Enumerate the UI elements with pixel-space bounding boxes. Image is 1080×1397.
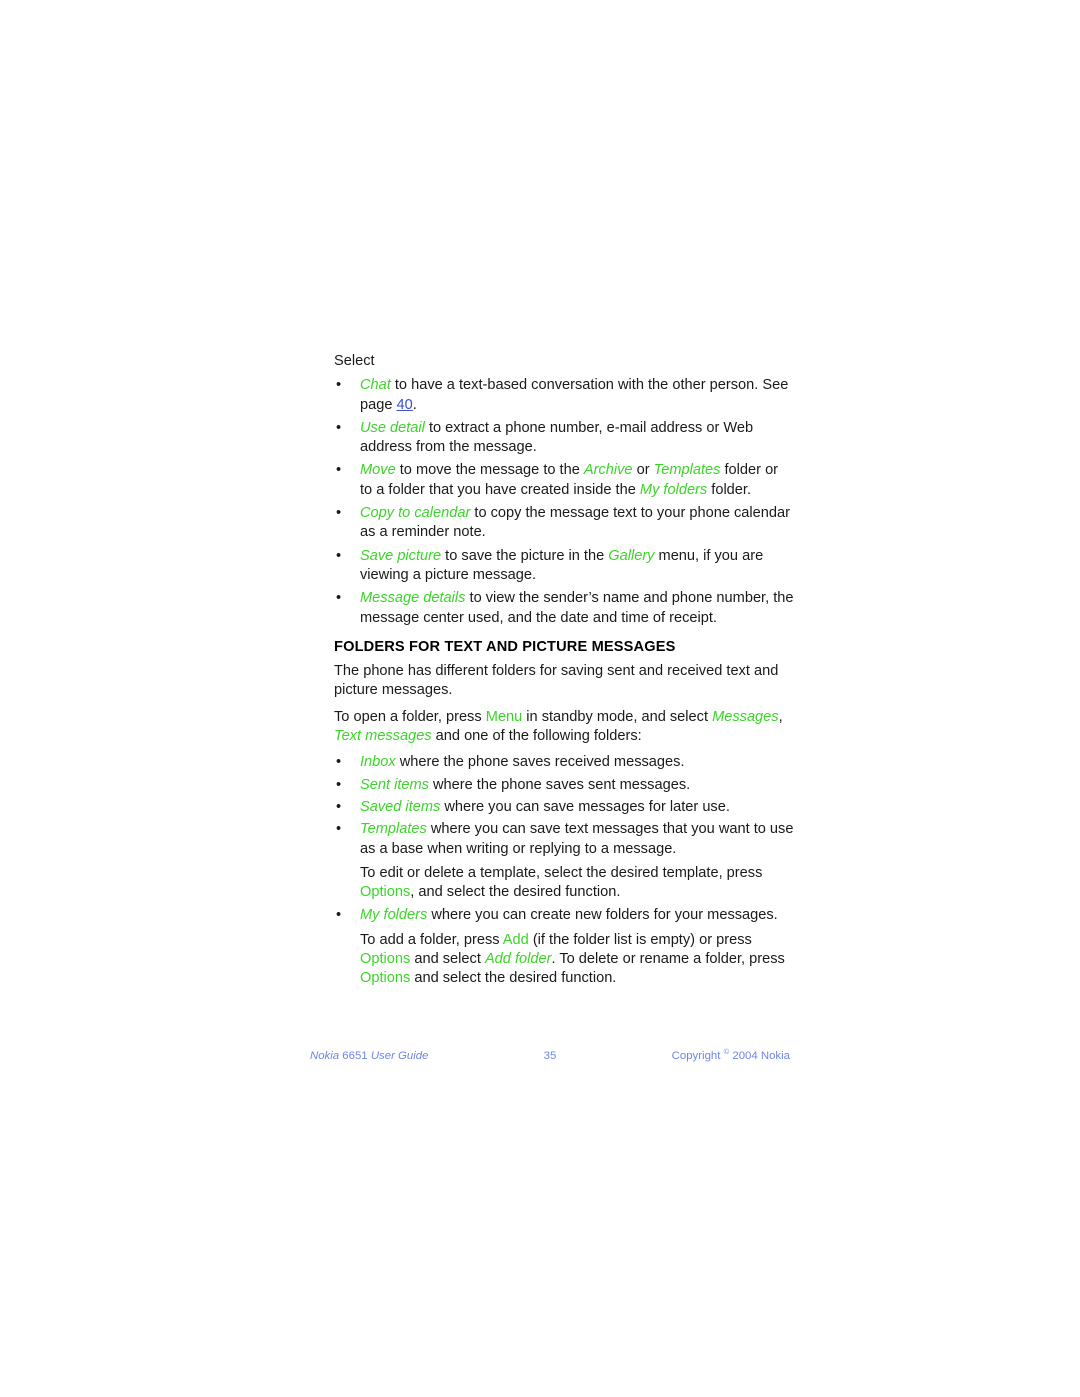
bullet-glyph: • xyxy=(336,462,342,479)
list-item-text: to save the picture in the xyxy=(441,547,609,564)
list-item-text: to move the message to the xyxy=(395,462,584,479)
ui-term-sent-items: Sent items xyxy=(360,776,429,793)
paragraph-text: To open a folder, press xyxy=(334,708,486,725)
open-folder-paragraph: To open a folder, press Menu in standby … xyxy=(334,708,794,747)
intro-paragraph: The phone has different folders for savi… xyxy=(334,663,779,699)
ui-term-copy-to-calendar: Copy to calendar xyxy=(360,505,471,522)
ui-term-my-folders: My folders xyxy=(639,481,708,498)
list-item: • Copy to calendar to copy the message t… xyxy=(334,504,794,543)
list-item-text: where the phone saves received messages. xyxy=(395,754,685,771)
section-heading: FOLDERS FOR TEXT AND PICTURE MESSAGES xyxy=(334,638,676,655)
bullet-glyph: • xyxy=(336,377,342,394)
list-item-text: folder. xyxy=(707,481,752,498)
page-footer: Nokia 6651 User Guide 35 Copyright © 200… xyxy=(310,1047,790,1070)
ui-term-chat: Chat xyxy=(360,377,391,394)
paragraph-text: , and select the desired function. xyxy=(410,884,621,901)
list-item: • My folders where you can create new fo… xyxy=(334,906,794,925)
ui-term-messages: Messages xyxy=(712,708,779,725)
ui-term-templates-folder: Templates xyxy=(360,821,427,838)
list-item: • Saved items where you can save message… xyxy=(334,798,794,817)
ui-term-save-picture: Save picture xyxy=(360,547,442,564)
ui-term-gallery: Gallery xyxy=(608,547,655,564)
ui-term-move: Move xyxy=(360,462,396,479)
bullet-glyph: • xyxy=(336,754,342,771)
ui-term-inbox: Inbox xyxy=(360,754,396,771)
ui-term-templates: Templates xyxy=(653,462,721,479)
document-page: Select • Chat to have a text-based conve… xyxy=(0,0,1080,1397)
list-item-text: where the phone saves sent messages. xyxy=(428,776,691,793)
softkey-options: Options xyxy=(360,884,411,901)
list-item-text: where you can create new folders for you… xyxy=(427,907,778,924)
bullet-glyph: • xyxy=(336,776,342,793)
page-cross-reference-link[interactable]: 40 xyxy=(397,397,413,413)
template-edit-note: To edit or delete a template, select the… xyxy=(334,864,794,903)
ui-term-my-folders-item: My folders xyxy=(360,907,428,924)
softkey-add: Add xyxy=(502,931,529,948)
list-item: • Move to move the message to the Archiv… xyxy=(334,461,794,500)
ui-term-use-detail: Use detail xyxy=(360,419,425,436)
footer-copyright: Copyright © 2004 Nokia xyxy=(671,1047,790,1062)
list-item: • Inbox where the phone saves received m… xyxy=(334,753,794,772)
list-item: • Use detail to extract a phone number, … xyxy=(334,419,794,458)
copyright-symbol: © xyxy=(723,1047,730,1057)
list-item: • Templates where you can save text mess… xyxy=(334,820,794,859)
list-item: • Save picture to save the picture in th… xyxy=(334,547,794,586)
paragraph-text: (if the folder list is empty) or press xyxy=(528,931,752,948)
lead-paragraph: Select xyxy=(334,353,375,369)
add-folder-note: To add a folder, press Add (if the folde… xyxy=(334,931,794,989)
bullet-glyph: • xyxy=(336,907,342,924)
list-item-text: to have a text-based conversation with t… xyxy=(360,377,789,413)
softkey-menu: Menu xyxy=(485,708,523,725)
copyright-word: Copyright xyxy=(671,1050,721,1062)
bullet-glyph: • xyxy=(336,419,342,436)
bullet-glyph: • xyxy=(336,798,342,815)
ui-term-message-details: Message details xyxy=(360,590,466,607)
page-content: Select • Chat to have a text-based conve… xyxy=(334,352,794,993)
paragraph-text: , xyxy=(778,708,783,725)
list-item: • Chat to have a text-based conversation… xyxy=(334,376,794,415)
paragraph-text: To edit or delete a template, select the… xyxy=(360,864,763,881)
list-item: • Message details to view the sender’s n… xyxy=(334,589,794,628)
ui-term-archive: Archive xyxy=(583,462,633,479)
ui-term-text-messages: Text messages xyxy=(334,728,432,745)
list-item-text: where you can save messages for later us… xyxy=(440,798,730,815)
paragraph-text: . To delete or rename a folder, press xyxy=(551,951,785,968)
paragraph-text: and select the desired function. xyxy=(410,970,617,987)
softkey-options: Options xyxy=(360,951,411,968)
list-item: • Sent items where the phone saves sent … xyxy=(334,776,794,795)
bullet-glyph: • xyxy=(336,821,342,838)
paragraph-text: and select xyxy=(410,951,485,968)
list-item-text: or xyxy=(632,462,654,479)
bullet-glyph: • xyxy=(336,505,342,522)
paragraph-text: To add a folder, press xyxy=(360,931,503,948)
ui-term-saved-items: Saved items xyxy=(360,798,441,815)
paragraph-text: in standby mode, and select xyxy=(522,708,713,725)
bullet-glyph: • xyxy=(336,547,342,564)
bullet-glyph: • xyxy=(336,590,342,607)
copyright-year-owner: 2004 Nokia xyxy=(732,1050,790,1062)
list-item-text-tail: . xyxy=(412,396,417,413)
paragraph-text: and one of the following folders: xyxy=(431,728,642,745)
softkey-options: Options xyxy=(360,970,411,987)
ui-term-add-folder: Add folder xyxy=(484,951,552,968)
